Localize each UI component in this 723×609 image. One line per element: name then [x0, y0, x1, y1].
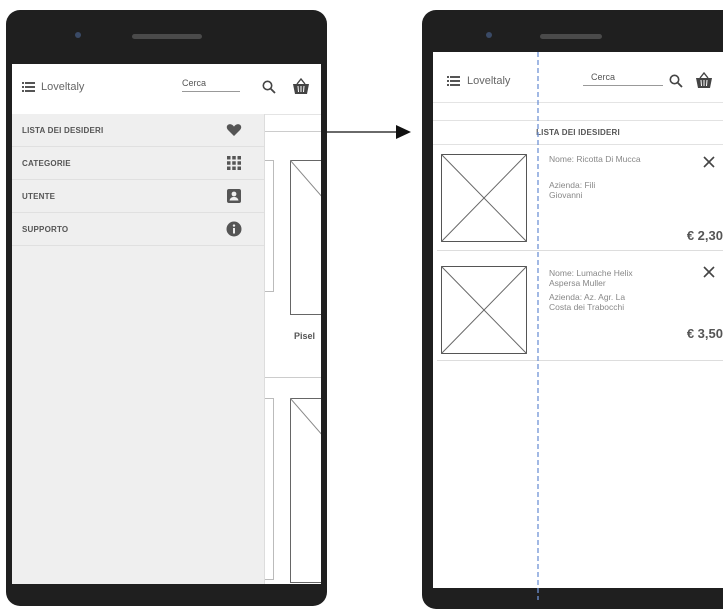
heart-icon — [226, 124, 242, 136]
basket-icon[interactable] — [695, 72, 713, 89]
section-divider — [433, 144, 723, 145]
product-name: Nome: Lumache Helix Aspersa Muller — [549, 268, 633, 288]
app-header: Loveltaly Cerca — [433, 52, 723, 103]
drawer-item-label: UTENTE — [22, 192, 56, 201]
app-header: Loveltaly Cerca — [12, 64, 321, 115]
drawer-item-wishlist[interactable]: LISTA DEI DESIDERI — [12, 114, 264, 147]
background-product-label: Pisel — [294, 331, 316, 341]
wishlist-item[interactable]: Nome: Lumache Helix Aspersa Muller Azien… — [437, 256, 723, 361]
grid-icon — [227, 156, 241, 170]
search-icon[interactable] — [262, 80, 276, 94]
product-price: € 3,50 — [686, 326, 723, 341]
close-icon[interactable] — [703, 266, 715, 278]
product-image-placeholder — [441, 154, 527, 242]
product-name: Nome: Ricotta Di Mucca — [549, 154, 641, 164]
product-company: Azienda: Az. Agr. La Costa dei Trabocchi — [549, 292, 626, 312]
drawer-item-support[interactable]: SUPPORTO — [12, 213, 264, 246]
drawer-item-label: SUPPORTO — [22, 225, 69, 234]
product-company: Azienda: Fili Giovanni — [549, 180, 596, 200]
speaker-grille — [132, 34, 202, 39]
product-image-placeholder — [441, 266, 527, 354]
page-title: LISTA DEI IDESIDERI — [536, 128, 620, 137]
basket-icon[interactable] — [292, 78, 310, 95]
right-phone: Loveltaly Cerca LISTA DEI IDESIDERI Nome… — [422, 10, 723, 609]
navigation-drawer: LISTA DEI DESIDERI CATEGORIE UTENTE SUPP… — [12, 114, 265, 584]
info-icon — [226, 221, 242, 237]
menu-icon[interactable] — [447, 76, 460, 86]
front-camera — [75, 32, 81, 38]
layout-guide-line — [537, 52, 539, 600]
drawer-item-categories[interactable]: CATEGORIE — [12, 147, 264, 180]
background-product-image — [290, 160, 321, 315]
app-brand: Loveltaly — [41, 81, 85, 93]
speaker-grille — [540, 34, 602, 39]
arrow-head — [396, 125, 411, 139]
background-divider — [264, 131, 321, 132]
close-icon[interactable] — [703, 156, 715, 168]
background-divider-2 — [264, 377, 321, 378]
wishlist-item[interactable]: Nome: Ricotta Di Mucca Azienda: Fili Gio… — [437, 146, 723, 251]
drawer-item-user[interactable]: UTENTE — [12, 180, 264, 213]
product-price: € 2,30 — [686, 228, 723, 243]
drawer-item-label: LISTA DEI DESIDERI — [22, 126, 104, 135]
section-divider — [433, 120, 723, 121]
search-icon[interactable] — [669, 74, 683, 88]
drawer-item-label: CATEGORIE — [22, 159, 71, 168]
menu-icon[interactable] — [22, 82, 35, 92]
left-phone: Loveltaly Cerca Pisel LISTA DEI DESIDERI… — [6, 10, 327, 606]
front-camera — [486, 32, 492, 38]
right-screen: Loveltaly Cerca LISTA DEI IDESIDERI Nome… — [433, 52, 723, 588]
search-input[interactable]: Cerca — [583, 72, 663, 86]
background-product-image-2 — [290, 398, 321, 583]
user-card-icon — [227, 189, 241, 203]
left-screen: Loveltaly Cerca Pisel LISTA DEI DESIDERI… — [12, 64, 321, 584]
app-brand: Loveltaly — [467, 75, 511, 87]
search-input[interactable]: Cerca — [182, 78, 240, 92]
